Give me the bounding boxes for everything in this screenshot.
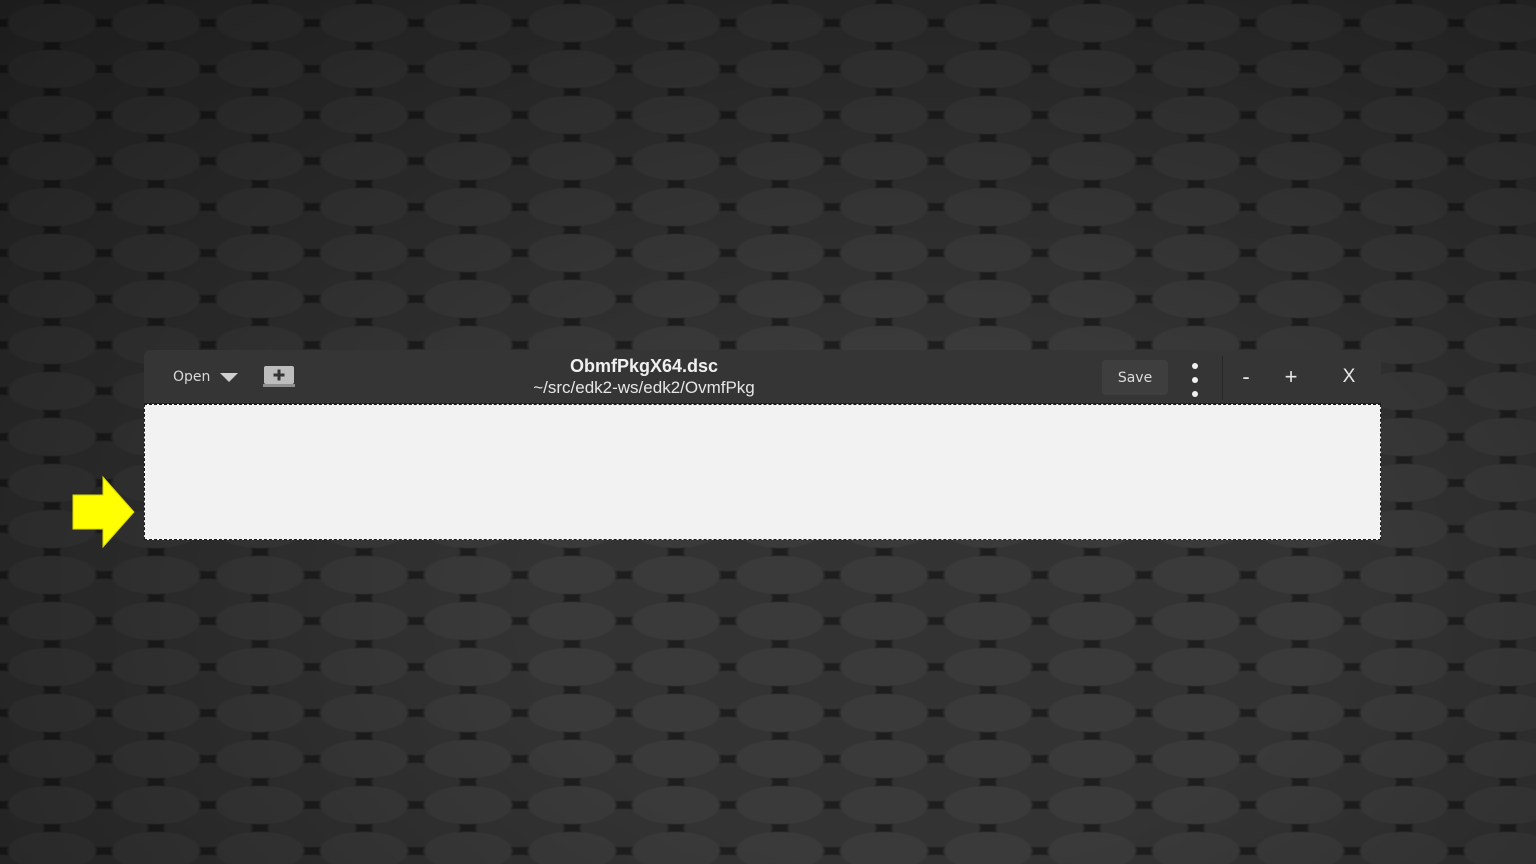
arrow-right-icon: [72, 475, 136, 549]
new-document-icon: [263, 365, 295, 391]
header-bar: Open ObmfPkgX64.dsc ~/src/edk2-ws/edk2/O…: [144, 350, 1381, 404]
minimize-button[interactable]: -: [1231, 362, 1261, 392]
menu-button[interactable]: [1180, 363, 1210, 397]
vertical-ellipsis-icon-dot: [1192, 377, 1198, 383]
save-button[interactable]: Save: [1102, 360, 1168, 395]
open-button[interactable]: Open: [162, 363, 242, 391]
title-block: ObmfPkgX64.dsc ~/src/edk2-ws/edk2/OvmfPk…: [444, 355, 844, 399]
close-button[interactable]: X: [1334, 362, 1364, 392]
text-editor-area[interactable]: [144, 404, 1381, 540]
document-path: ~/src/edk2-ws/edk2/OvmfPkg: [533, 378, 755, 397]
open-button-label: Open: [173, 369, 211, 385]
vertical-ellipsis-icon-dot: [1192, 391, 1198, 397]
text-editor-window: Open ObmfPkgX64.dsc ~/src/edk2-ws/edk2/O…: [144, 350, 1381, 540]
maximize-button[interactable]: +: [1276, 362, 1306, 392]
header-separator: [1222, 356, 1223, 400]
chevron-down-icon: [220, 372, 239, 382]
vertical-ellipsis-icon: [1192, 363, 1198, 369]
new-tab-button[interactable]: [262, 366, 296, 390]
document-title: ObmfPkgX64.dsc: [569, 356, 719, 376]
